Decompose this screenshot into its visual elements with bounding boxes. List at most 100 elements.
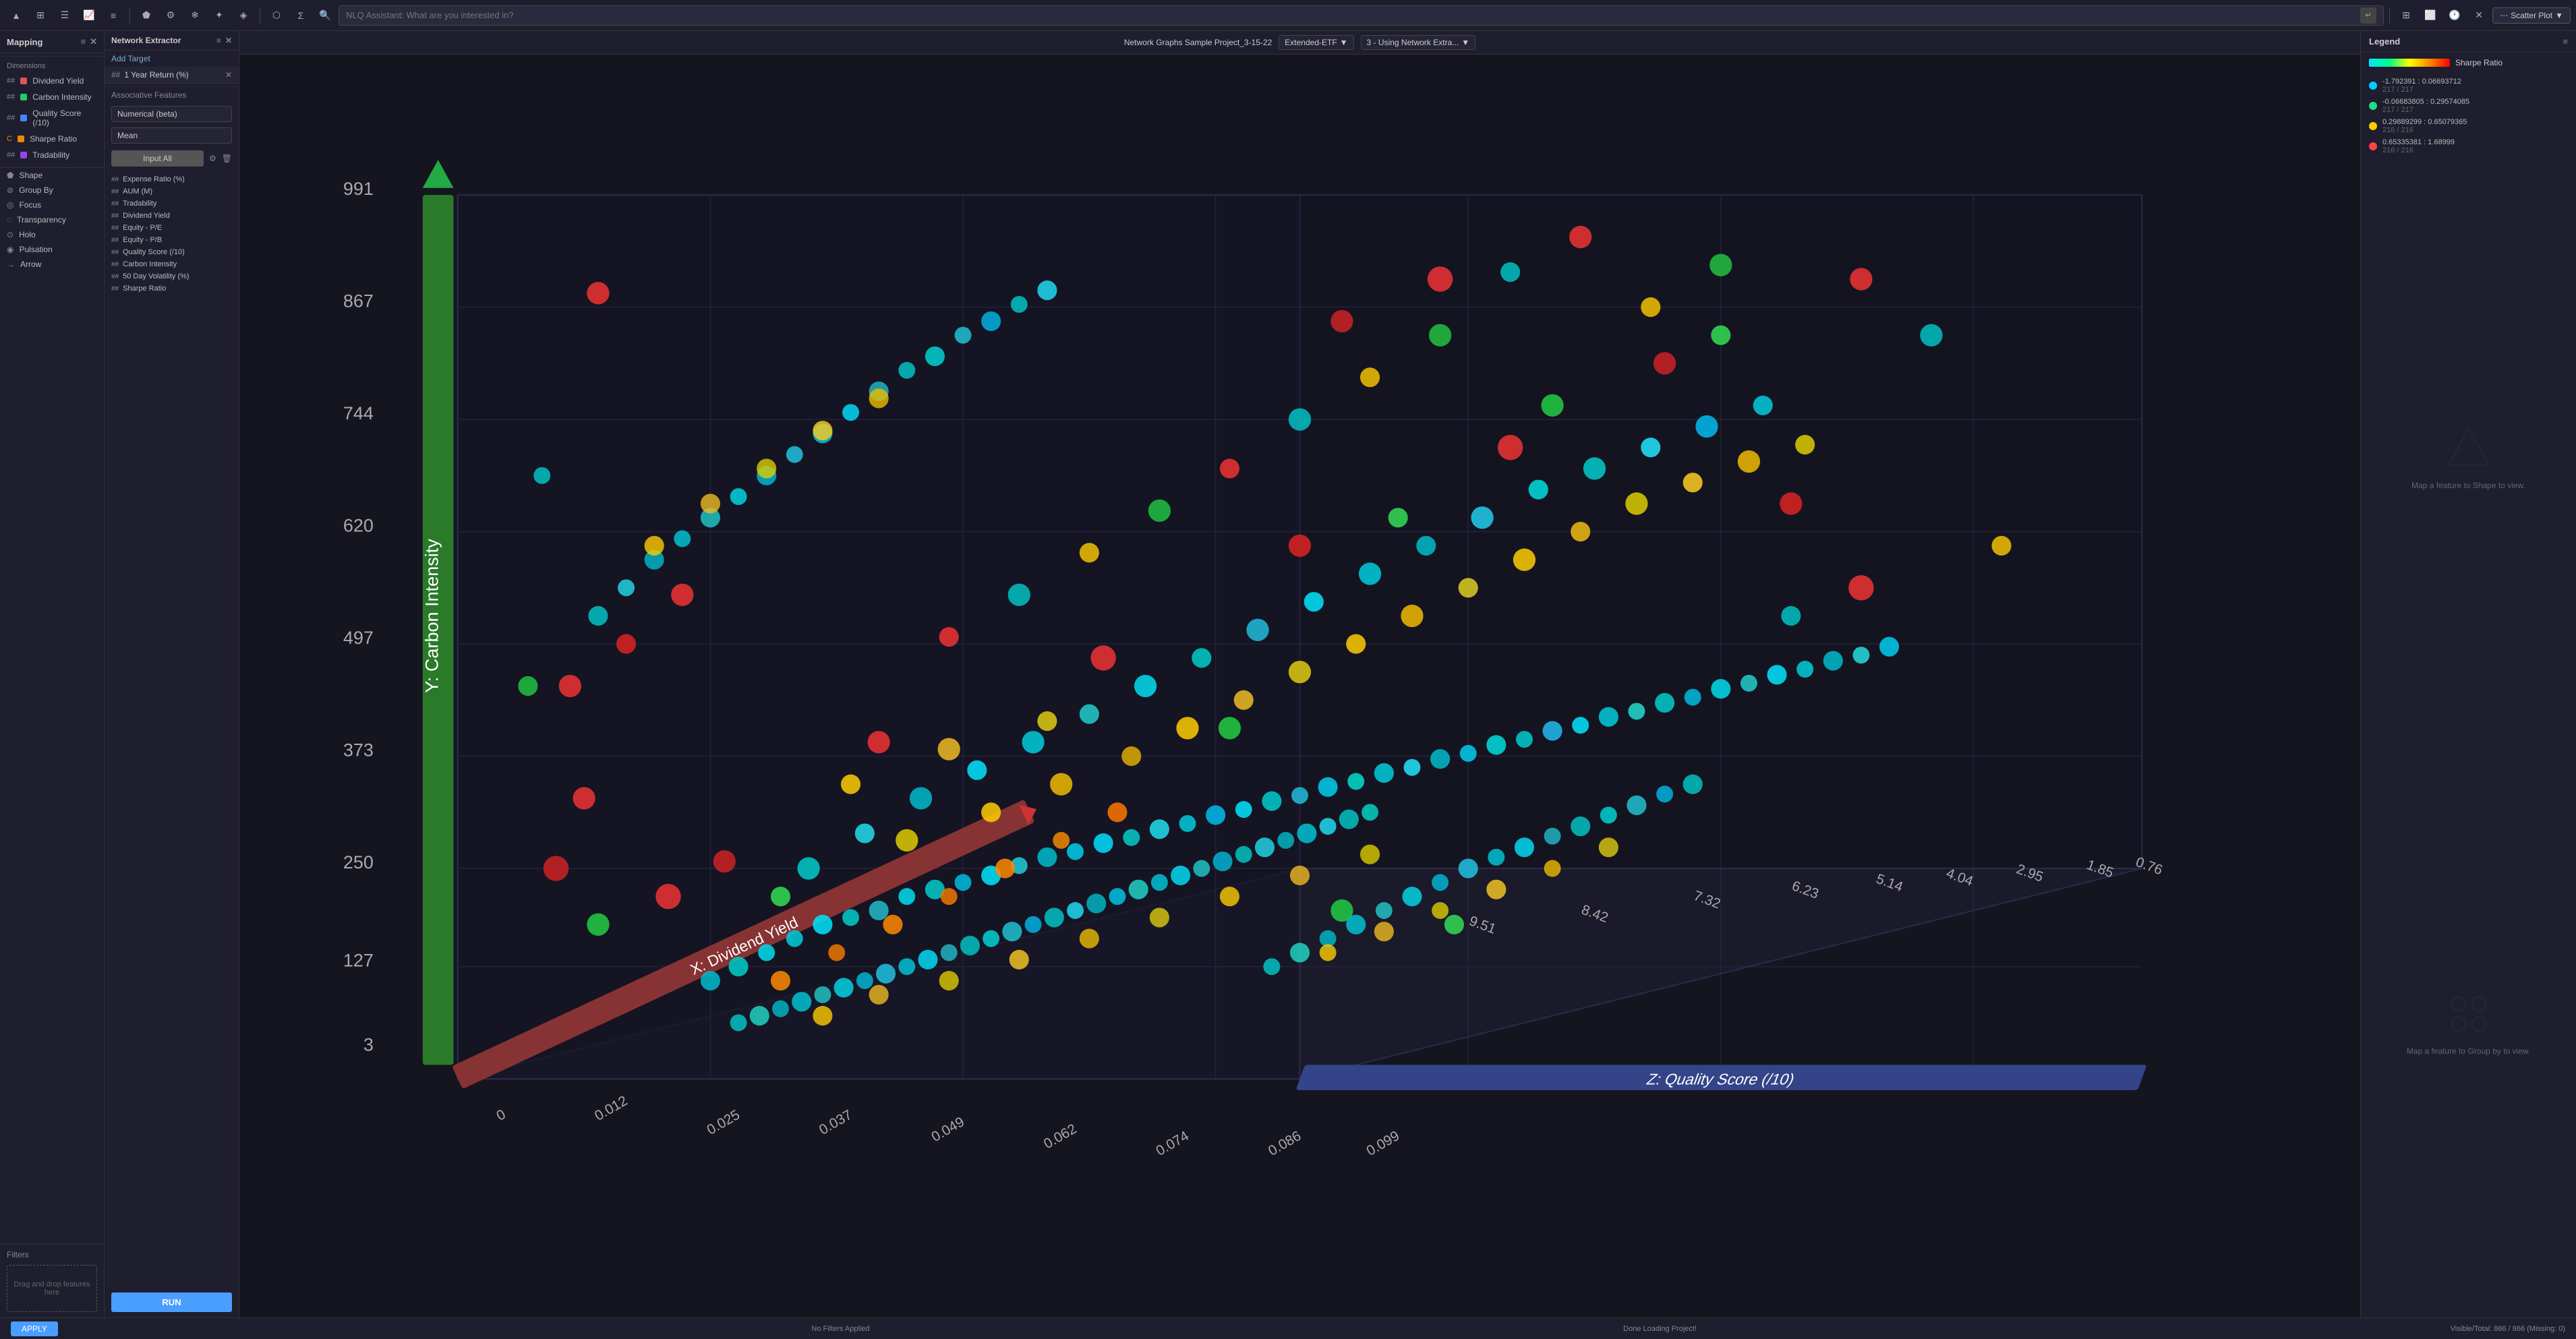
dimension-quality-score[interactable]: ## Quality Score (/10) [0, 105, 104, 131]
toolbar-icon-10[interactable]: ◈ [233, 5, 254, 26]
legend-header-icons: ≡ [2563, 36, 2568, 47]
feature-expense-ratio[interactable]: ## Expense Ratio (%) [105, 173, 239, 185]
extractor-header: Network Extractor ≡ ✕ [105, 31, 239, 51]
left-sidebar: Mapping ≡ ✕ Dimensions ## Dividend Yield… [0, 31, 105, 1317]
toolbar-icon-12[interactable]: Σ [290, 5, 312, 26]
configure-icon[interactable]: ⚙ [209, 154, 216, 163]
feature-quality-score[interactable]: ## Quality Score (/10) [105, 246, 239, 258]
apply-button[interactable]: APPLY [11, 1321, 58, 1336]
chart-area[interactable]: 991 867 744 620 497 373 250 127 3 [239, 55, 2360, 1317]
dataset-dropdown[interactable]: Extended-ETF ▼ [1279, 35, 1353, 50]
svg-text:744: 744 [343, 403, 374, 423]
input-all-btn[interactable]: Input All [111, 150, 204, 167]
mapping-groupby[interactable]: ⊚ Group By [0, 183, 104, 198]
legend-entries: -1.792391 : 0.06693712 217 / 217 -0.0668… [2361, 73, 2576, 159]
toolbar-icon-16[interactable]: ✕ [2468, 5, 2490, 26]
sidebar-close-icon[interactable]: ✕ [90, 36, 97, 47]
groupby-label: Group By [19, 185, 53, 195]
toolbar-icon-2[interactable]: ⊞ [30, 5, 51, 26]
mapping-title: Mapping [7, 37, 42, 47]
feat-label-7: Quality Score (/10) [123, 248, 185, 256]
feat-label-4: Dividend Yield [123, 212, 170, 220]
toolbar-icon-5[interactable]: ≡ [103, 5, 124, 26]
toolbar-icon-search[interactable]: 🔍 [314, 5, 336, 26]
target-clear-btn[interactable]: ✕ [225, 70, 232, 80]
dim-color-1 [20, 78, 27, 84]
mapping-arrow[interactable]: → Arrow [0, 257, 104, 272]
feat-label-6: Equity - P/B [123, 236, 162, 244]
nlq-input[interactable] [346, 10, 2360, 20]
feature-sharpe-ratio[interactable]: ## Sharpe Ratio [105, 282, 239, 295]
legend-title-row: Sharpe Ratio [2361, 53, 2576, 73]
delete-icon[interactable]: 🗑 [222, 154, 232, 163]
feat-icon-4: ## [111, 212, 119, 220]
no-filters-text: No Filters Applied [811, 1325, 869, 1333]
bottom-bar: APPLY No Filters Applied Done Loading Pr… [0, 1317, 2576, 1339]
toolbar-icon-7[interactable]: ⚙ [160, 5, 181, 26]
extractor-panel: Network Extractor ≡ ✕ Add Target ## 1 Ye… [105, 31, 239, 1317]
feature-50day-vol[interactable]: ## 50 Day Volatility (%) [105, 270, 239, 282]
feature-aum[interactable]: ## AUM (M) [105, 185, 239, 198]
toolbar-icon-13[interactable]: ⊞ [2395, 5, 2417, 26]
feat-label-10: Sharpe Ratio [123, 285, 166, 293]
dimension-dividend-yield[interactable]: ## Dividend Yield [0, 73, 104, 89]
sidebar-menu-icon[interactable]: ≡ [81, 36, 86, 47]
dim-color-2 [20, 94, 27, 100]
feat-label-1: Expense Ratio (%) [123, 175, 185, 183]
feature-carbon-intensity[interactable]: ## Carbon Intensity [105, 258, 239, 270]
mapping-shape[interactable]: ⬟ Shape [0, 168, 104, 183]
toolbar: ▲ ⊞ ☰ 📈 ≡ ⬟ ⚙ ❄ ✦ ◈ ⬡ Σ 🔍 ↵ ⊞ ⬜ 🕐 ✕ ⋯ Sc… [0, 0, 2576, 31]
extractor-menu-icon[interactable]: ≡ [216, 36, 221, 45]
legend-text-2: -0.06683805 : 0.29574085 217 / 217 [2382, 98, 2469, 114]
mapping-holo[interactable]: ⊙ Holo [0, 227, 104, 242]
dimension-tradability[interactable]: ## Tradability [0, 147, 104, 163]
holo-label: Holo [19, 230, 36, 239]
feat-label-8: Carbon Intensity [123, 260, 177, 268]
toolbar-icon-8[interactable]: ❄ [184, 5, 206, 26]
svg-text:620: 620 [343, 516, 374, 536]
feature-equity-pe[interactable]: ## Equity - P/E [105, 222, 239, 234]
mapping-focus[interactable]: ◎ Focus [0, 198, 104, 212]
arrow-icon: → [7, 260, 15, 269]
toolbar-icon-14[interactable]: ⬜ [2420, 5, 2441, 26]
scatter-icon: ⋯ [2500, 11, 2508, 20]
toolbar-icon-15[interactable]: 🕐 [2444, 5, 2465, 26]
target-item: ## 1 Year Return (%) ✕ [105, 67, 239, 84]
toolbar-icon-3[interactable]: ☰ [54, 5, 76, 26]
legend-menu-icon[interactable]: ≡ [2563, 36, 2568, 47]
feature-tradability[interactable]: ## Tradability [105, 198, 239, 210]
add-target-btn[interactable]: Add Target [105, 51, 239, 67]
dim-hash-icon-1: ## [7, 77, 15, 85]
toolbar-icon-1[interactable]: ▲ [5, 5, 27, 26]
feat-label-9: 50 Day Volatility (%) [123, 272, 189, 280]
feature-equity-pb[interactable]: ## Equity - P/B [105, 234, 239, 246]
toolbar-icon-11[interactable]: ⬡ [266, 5, 287, 26]
extractor-close-icon[interactable]: ✕ [225, 36, 232, 45]
type-dropdown[interactable]: Numerical (beta) [111, 106, 232, 122]
visible-total-text: Visible/Total: 866 / 866 (Missing: 0) [2451, 1325, 2565, 1333]
toolbar-icon-6[interactable]: ⬟ [136, 5, 157, 26]
sidebar-header: Mapping ≡ ✕ [0, 31, 104, 53]
toolbar-icon-4[interactable]: 📈 [78, 5, 100, 26]
mapping-transparency[interactable]: ◌ Transparency [0, 212, 104, 227]
nlq-enter-btn[interactable]: ↵ [2360, 7, 2376, 24]
dim-label-1: Dividend Yield [32, 76, 84, 86]
feat-icon-5: ## [111, 225, 119, 232]
sheet-dropdown[interactable]: 3 - Using Network Extra... ▼ [1361, 35, 1476, 50]
run-btn[interactable]: RUN [111, 1292, 232, 1312]
scatter-plot-btn[interactable]: ⋯ Scatter Plot ▼ [2492, 7, 2571, 24]
shape-placeholder: Map a feature to Shape to view. [2411, 421, 2525, 490]
filters-drop-zone[interactable]: Drag and drop features here [7, 1265, 97, 1312]
toolbar-icon-9[interactable]: ✦ [208, 5, 230, 26]
groupby-placeholder: Map a feature to Group by to view. [2407, 987, 2530, 1056]
dimension-sharpe-ratio[interactable]: C Sharpe Ratio [0, 131, 104, 147]
dimension-carbon-intensity[interactable]: ## Carbon Intensity [0, 89, 104, 105]
feature-dividend-yield[interactable]: ## Dividend Yield [105, 210, 239, 222]
svg-text:Z: Quality Score (/10): Z: Quality Score (/10) [1644, 1071, 1797, 1088]
aggregation-dropdown[interactable]: Mean [111, 127, 232, 144]
svg-text:3: 3 [363, 1035, 374, 1055]
feat-label-3: Tradability [123, 200, 156, 208]
extractor-header-icons: ≡ ✕ [216, 36, 232, 45]
pulsation-icon: ◉ [7, 245, 13, 254]
mapping-pulsation[interactable]: ◉ Pulsation [0, 242, 104, 257]
